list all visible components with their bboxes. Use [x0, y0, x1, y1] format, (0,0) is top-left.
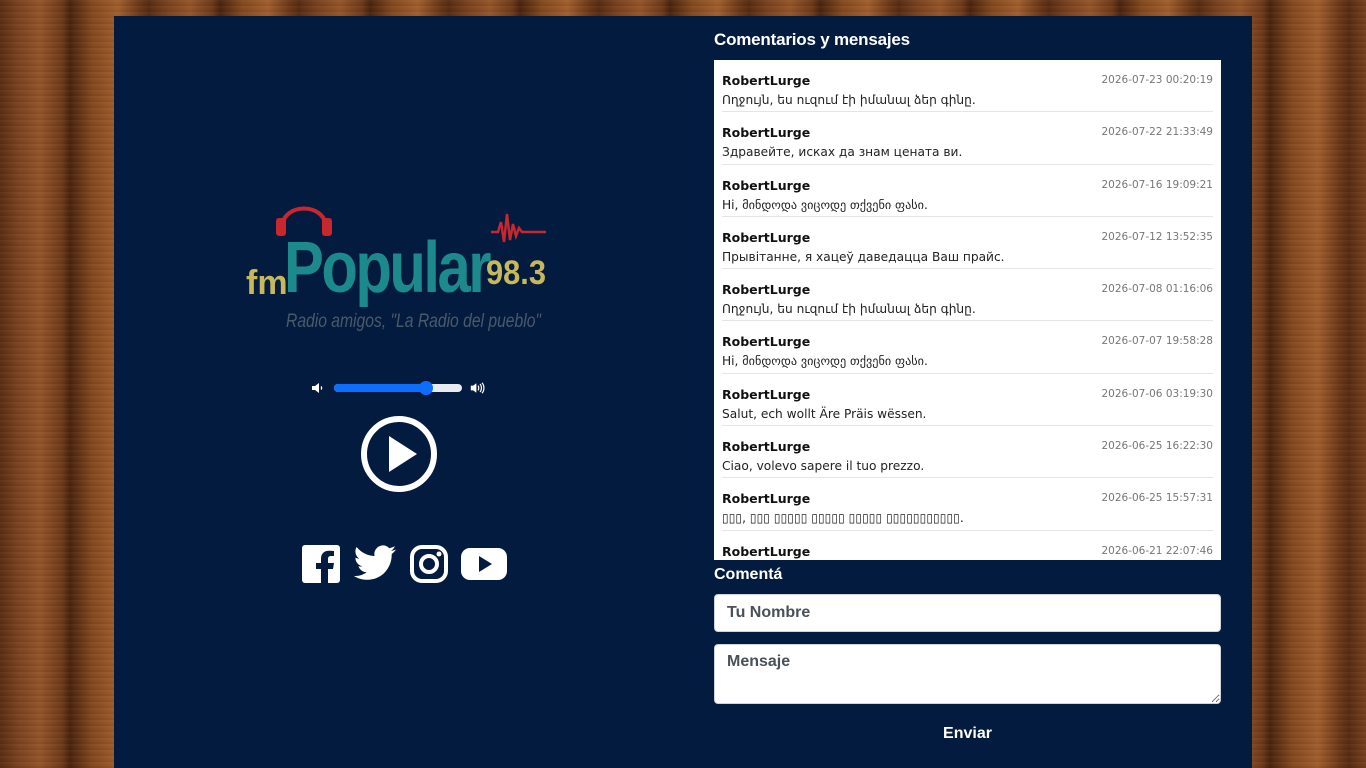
- comment-item: RobertLurge 2026-07-22 21:33:49 Здравейте,…: [722, 112, 1213, 165]
- comment-date: 2026-06-25 15:57:31: [1101, 492, 1213, 505]
- comment-item: RobertLurge 2026-06-25 16:22:30 Ciao, vole…: [722, 426, 1213, 479]
- name-input[interactable]: [714, 594, 1221, 632]
- volume-control: [310, 378, 486, 398]
- send-button[interactable]: Enviar: [714, 722, 1221, 746]
- comments-list[interactable]: RobertLurge 2026-07-23 00:20:19 Ողջույն, ե…: [714, 60, 1221, 560]
- volume-slider[interactable]: [334, 381, 462, 395]
- comment-message: ▯▯▯, ▯▯▯ ▯▯▯▯▯ ▯▯▯▯▯ ▯▯▯▯▯ ▯▯▯▯▯▯▯▯▯▯▯.: [722, 511, 964, 526]
- comment-date: 2026-07-06 03:19:30: [1101, 387, 1213, 400]
- comment-item: RobertLurge 2026-07-06 03:19:30 Salut, ech…: [722, 374, 1213, 427]
- comment-date: 2026-06-21 22:07:46: [1101, 544, 1213, 557]
- volume-low-icon[interactable]: [310, 380, 326, 396]
- comment-message: Salut, ech wollt Äre Präis wëssen.: [722, 406, 927, 421]
- comment-date: 2026-07-07 19:58:28: [1101, 335, 1213, 348]
- volume-high-icon[interactable]: [470, 380, 486, 396]
- logo-prefix: fm: [246, 264, 288, 302]
- comment-date: 2026-07-12 13:52:35: [1101, 230, 1213, 243]
- comment-message: Hi, მინდოდა ვიცოდე თქვენი ფასი.: [722, 354, 928, 369]
- comment-item: RobertLurge 2026-07-08 01:16:06 Ողջույն, ե…: [722, 269, 1213, 322]
- volume-slider-fill: [334, 384, 427, 392]
- logo-tagline: Radio amigos, "La Radio del pueblo": [286, 311, 542, 332]
- comment-date: 2026-06-25 16:22:30: [1101, 440, 1213, 453]
- station-logo: fm Popular 98.3 Radio amigos, "La Radio …: [246, 206, 546, 332]
- main-panel: fm Popular 98.3 Radio amigos, "La Radio …: [114, 16, 1252, 768]
- comment-message: Ողջույն, ես ուզում էի իմանալ ձեր գինը.: [722, 302, 976, 317]
- comment-item: RobertLurge 2026-07-12 13:52:35 Прывітанне…: [722, 217, 1213, 270]
- comment-message: Здравейте, исках да знам цената ви.: [722, 145, 963, 160]
- play-button[interactable]: [359, 414, 439, 494]
- comment-item: RobertLurge 2026-06-25 15:57:31 ▯▯▯, ▯▯▯ ▯…: [722, 478, 1213, 531]
- youtube-icon[interactable]: [461, 546, 507, 582]
- play-circle-icon: [361, 416, 437, 492]
- social-links: [301, 544, 507, 584]
- comment-message: Ciao, volevo sapere il tuo prezzo.: [722, 459, 925, 474]
- comment-date: 2026-07-08 01:16:06: [1101, 283, 1213, 296]
- comment-date: 2026-07-16 19:09:21: [1101, 178, 1213, 191]
- comment-item: RobertLurge 2026-06-21 22:07:46: [722, 531, 1213, 560]
- logo-frequency: 98.3: [486, 254, 546, 292]
- logo-name: Popular: [284, 228, 491, 308]
- comment-message: Ողջույն, ես ուզում էի իմանալ ձեր գինը.: [722, 93, 976, 107]
- comments-title: Comentarios y mensajes: [714, 30, 910, 49]
- facebook-icon[interactable]: [301, 544, 341, 584]
- message-textarea[interactable]: [714, 644, 1221, 704]
- comment-message: Прывітанне, я хацеў даведацца Ваш прайс.: [722, 249, 1005, 264]
- comment-message: Hi, მინდოდა ვიცოდე თქვენი ფასი.: [722, 197, 928, 212]
- comment-form-title: Comentá: [714, 566, 783, 583]
- comment-date: 2026-07-22 21:33:49: [1101, 126, 1213, 139]
- volume-slider-thumb[interactable]: [419, 381, 434, 395]
- audio-player: [310, 378, 486, 398]
- comment-item: RobertLurge 2026-07-16 19:09:21 Hi, მინდოდ…: [722, 165, 1213, 217]
- comment-item: RobertLurge 2026-07-23 00:20:19 Ողջույն, ե…: [722, 60, 1213, 113]
- comment-item: RobertLurge 2026-07-07 19:58:28 Hi, მინდოდ…: [722, 321, 1213, 374]
- instagram-icon[interactable]: [409, 544, 449, 584]
- twitter-icon[interactable]: [353, 545, 397, 583]
- comment-date: 2026-07-23 00:20:19: [1101, 74, 1213, 86]
